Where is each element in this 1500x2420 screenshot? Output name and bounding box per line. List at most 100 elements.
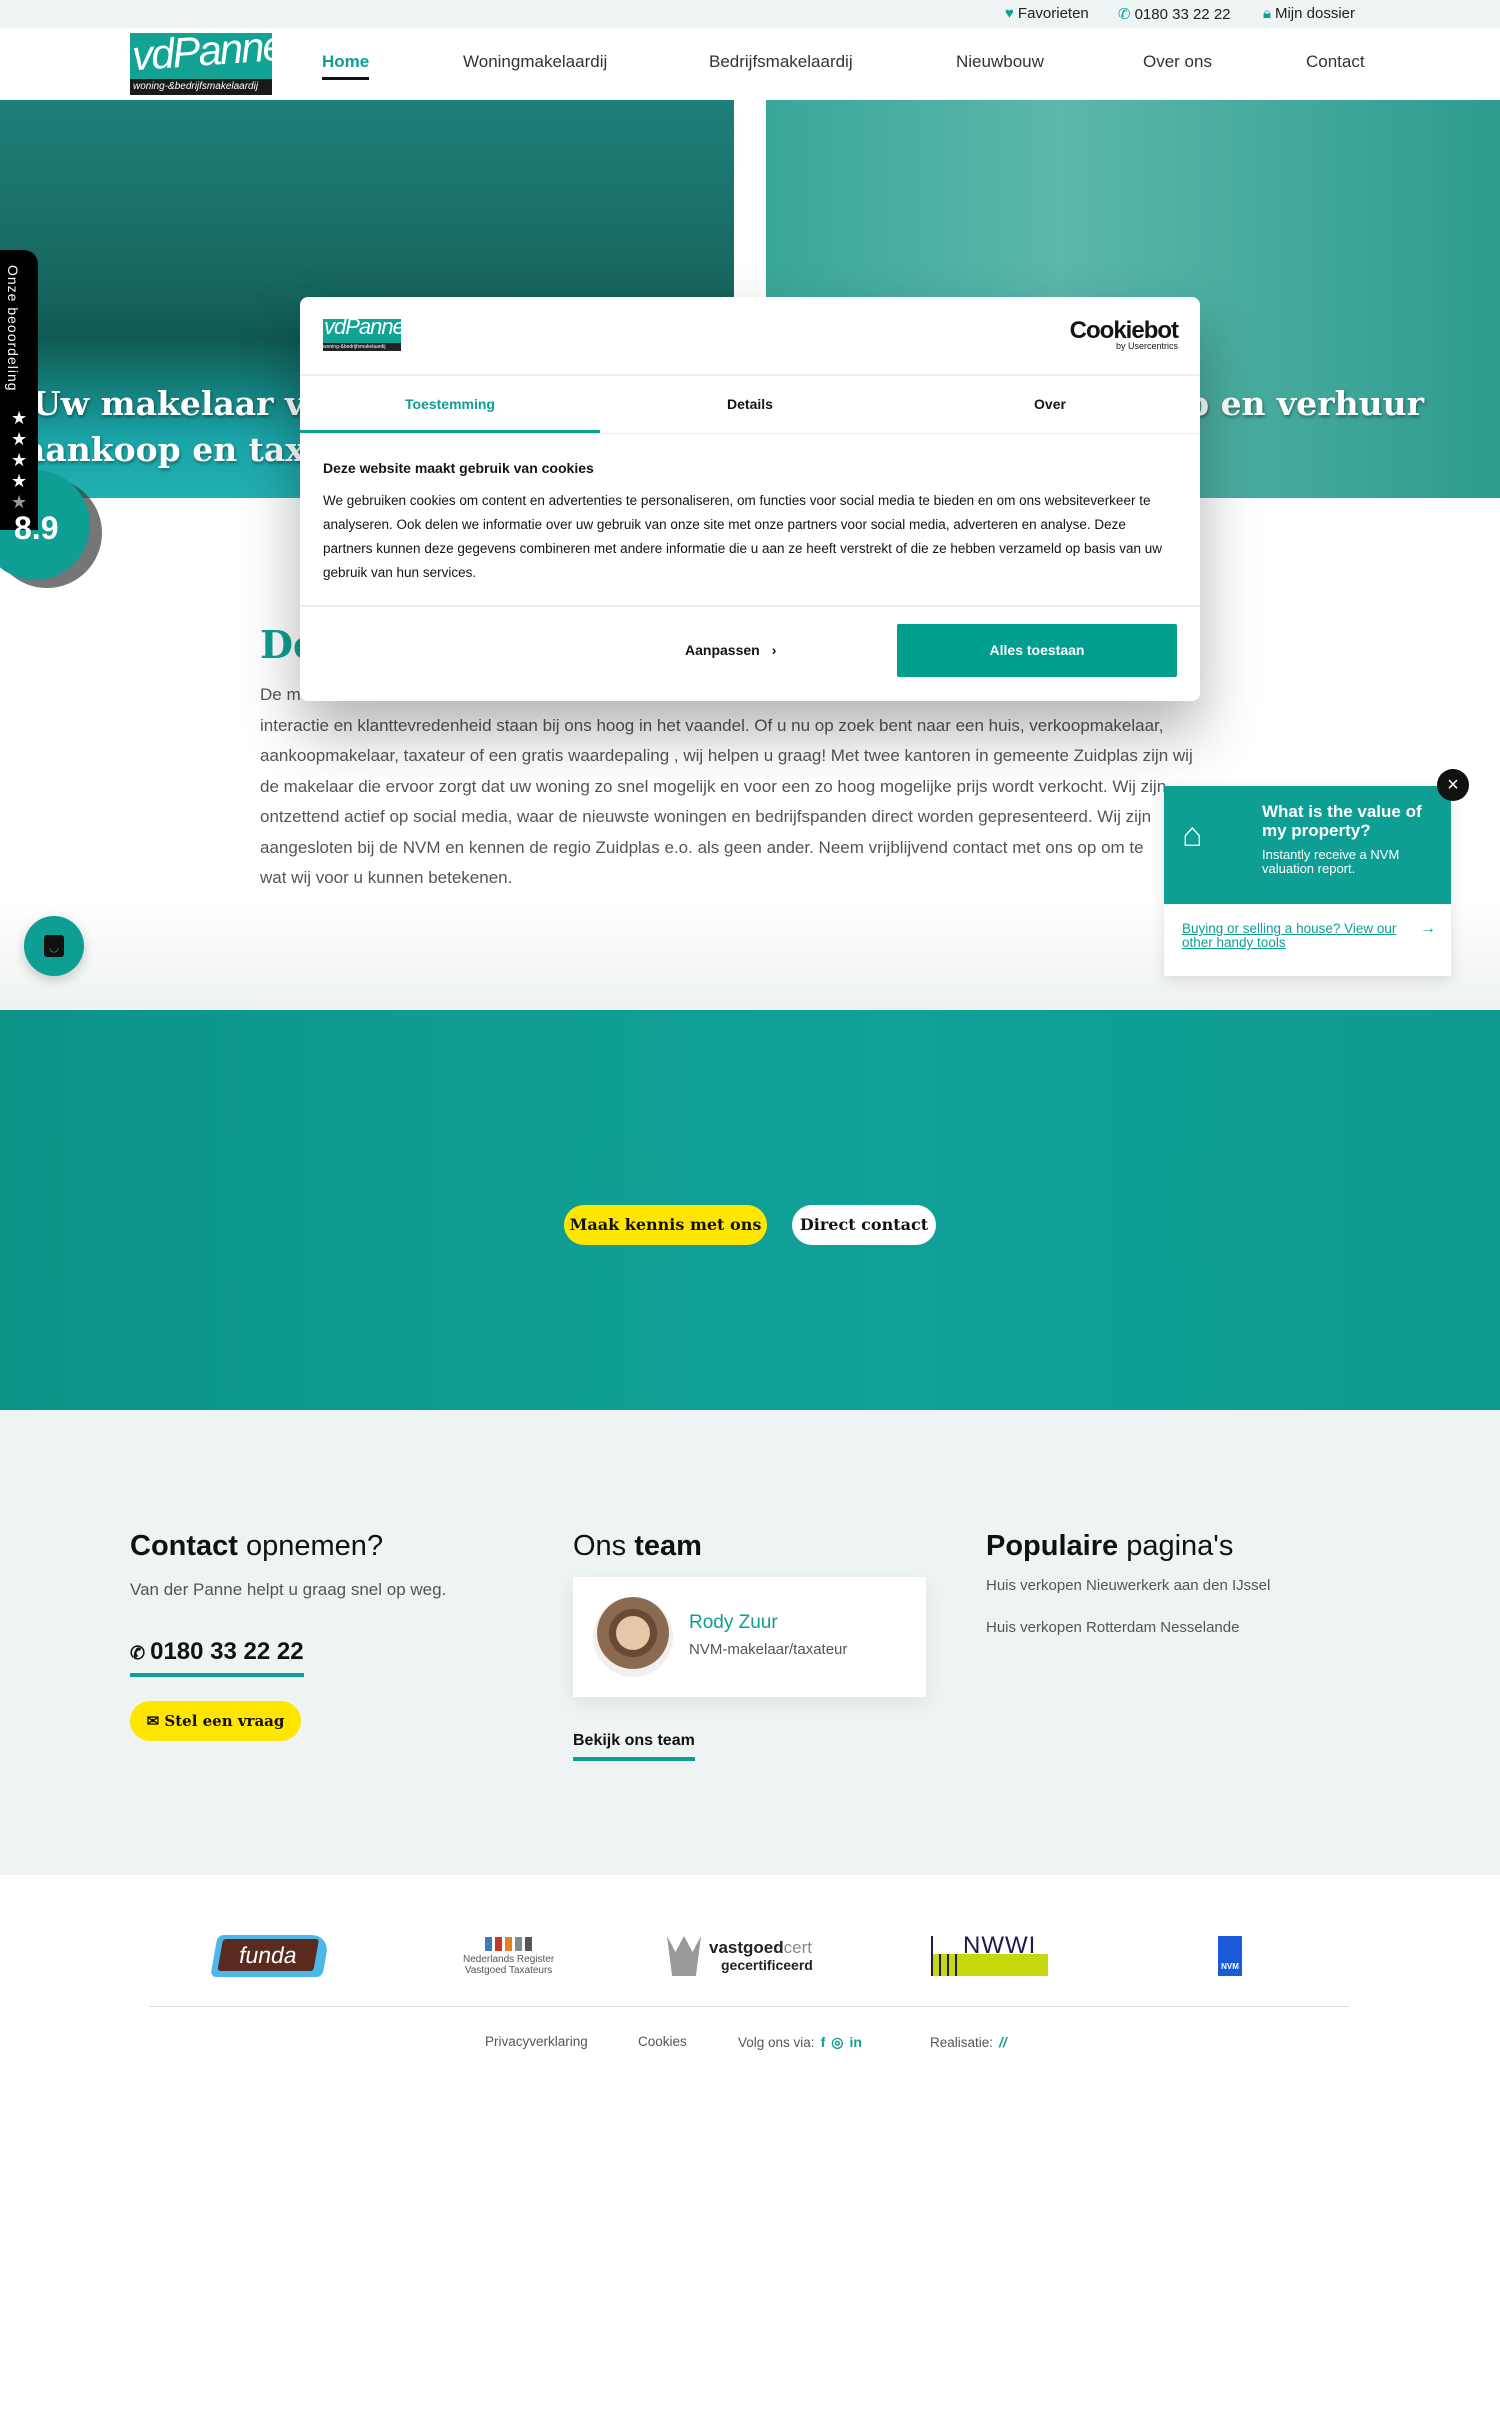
instagram-icon[interactable]: ◎ <box>831 2034 843 2050</box>
funda-logo-text: funda <box>217 1939 319 1971</box>
divider <box>300 433 1200 434</box>
popular-link[interactable]: Huis verkopen Nieuwerkerk aan den IJssel <box>986 1577 1270 1594</box>
heading-light: pagina's <box>1118 1530 1234 1562</box>
tab-details[interactable]: Details <box>600 376 900 433</box>
intro-line: aankoopmakelaar, taxateur of een gratis … <box>260 746 1193 765</box>
close-icon[interactable]: × <box>1437 769 1469 801</box>
logo-text: vdPanne <box>130 33 272 80</box>
heading-light: Ons <box>573 1530 635 1562</box>
heading-bold: Contact <box>130 1530 238 1562</box>
rating-label: Onze beoordeling <box>5 265 21 392</box>
phone-label: 0180 33 22 22 <box>1134 5 1231 23</box>
nav-contact[interactable]: Contact <box>1306 52 1365 72</box>
cookie-text: We gebruiken cookies om content en adver… <box>323 493 1163 580</box>
intro-paragraph: De m interactie en klanttevredenheid sta… <box>260 680 1240 894</box>
privacy-link[interactable]: Privacyverklaring <box>485 2034 588 2049</box>
chevron-right-icon: › <box>771 642 777 658</box>
logo[interactable]: vdPanne woning-&bedrijfsmakelaardij <box>130 33 272 95</box>
chat-smiley-icon: ◡ <box>44 935 64 957</box>
footer-phone-link[interactable]: ✆ 0180 33 22 22 <box>130 1638 304 1677</box>
favorites-link[interactable]: ♥ Favorieten <box>1005 5 1089 22</box>
phone-icon: ✆ <box>130 1643 151 1663</box>
hero-title-line: p en verhuur <box>1186 384 1424 423</box>
rating-score: 8.9 <box>14 510 59 546</box>
linkedin-icon[interactable]: in <box>849 2034 861 2050</box>
realisatie: Realisatie: // <box>930 2034 1007 2050</box>
team-heading: Ons team <box>573 1530 702 1563</box>
intro-line: aangesloten bij de NVM en kennen de regi… <box>260 837 1144 857</box>
tab-toestemming[interactable]: Toestemming <box>300 376 600 433</box>
meet-us-button[interactable]: Maak kennis met ons <box>564 1205 767 1245</box>
hero-title-line: aankoop en taxat <box>24 430 342 469</box>
nav-nieuwbouw[interactable]: Nieuwbouw <box>956 52 1044 72</box>
footer-divider <box>149 2006 1349 2007</box>
tab-over[interactable]: Over <box>900 376 1200 433</box>
intro-line: interactie en klanttevredenheid staan bi… <box>260 715 1164 735</box>
star-icon: ★ <box>11 471 28 491</box>
dossier-link[interactable]: 🔒︎ Mijn dossier <box>1263 5 1355 22</box>
heart-icon: ♥ <box>1005 5 1014 22</box>
member-name: Rody Zuur <box>689 1612 778 1633</box>
avatar <box>593 1597 673 1677</box>
team-member-card[interactable]: Rody Zuur NVM-makelaar/taxateur <box>573 1577 926 1697</box>
valuation-tools-link[interactable]: Buying or selling a house? View our othe… <box>1182 922 1402 950</box>
star-icon: ★ <box>11 408 28 428</box>
allow-all-button[interactable]: Alles toestaan <box>897 624 1177 677</box>
cookies-link[interactable]: Cookies <box>638 2034 687 2049</box>
nav-over-ons[interactable]: Over ons <box>1143 52 1212 72</box>
facebook-icon[interactable]: f <box>821 2034 826 2050</box>
intro-line: ontzettend actief op social media, waar … <box>260 807 1152 826</box>
nvm-logo[interactable]: NVM <box>1218 1936 1242 1976</box>
nrvt-text: Vastgoed Taxateurs <box>464 1965 553 1976</box>
house-value-icon: ⌂ <box>1182 816 1203 854</box>
vgc-text: vastgoed <box>709 1937 784 1957</box>
logo-subtext: woning-&bedrijfsmakelaardij <box>130 79 272 95</box>
mail-icon: ✉ <box>146 1712 165 1730</box>
heading-bold: Populaire <box>986 1530 1119 1562</box>
chat-button[interactable]: ◡ <box>24 916 84 976</box>
divider <box>300 605 1200 607</box>
phone-link[interactable]: ✆ 0180 33 22 22 <box>1118 5 1231 24</box>
intro-line: wat wij voor u kunnen betekenen. <box>260 868 513 887</box>
star-icon: ★ <box>11 429 28 449</box>
favorites-label: Favorieten <box>1017 5 1089 22</box>
vastgoedcert-logo[interactable]: vastgoedcert gecertificeerd <box>667 1936 813 1976</box>
dialog-logo: vdPanne woning-&bedrijfsmakelaardij <box>323 319 401 351</box>
nrvt-text: Nederlands Register <box>463 1954 555 1965</box>
heading-bold: team <box>634 1530 702 1562</box>
arrow-right-icon[interactable]: → <box>1420 920 1436 938</box>
valuation-widget[interactable]: ⌂ What is the value of my property? Inst… <box>1164 786 1451 976</box>
direct-contact-button[interactable]: Direct contact <box>792 1205 936 1245</box>
top-bar: ♥ Favorieten ✆ 0180 33 22 22 🔒︎ Mijn dossie… <box>0 0 1500 28</box>
nwwi-logo[interactable]: NWWI <box>931 1932 1048 1976</box>
intro-line: de makelaar die ervoor zorgt dat uw woni… <box>260 776 1167 796</box>
valuation-subtitle: Instantly receive a NVM valuation report… <box>1262 847 1400 876</box>
agency-logo-icon[interactable]: // <box>999 2034 1007 2050</box>
vgc-text: cert <box>783 1937 812 1957</box>
cookiebot-logo[interactable]: Cookiebot by Usercentrics <box>1070 317 1179 351</box>
ask-label: Stel een vraag <box>164 1712 285 1730</box>
valuation-title: What is the value of my property? <box>1262 802 1422 840</box>
nrvt-logo[interactable]: Nederlands Register Vastgoed Taxateurs <box>463 1937 554 1976</box>
dossier-label: Mijn dossier <box>1274 5 1356 22</box>
popular-link[interactable]: Huis verkopen Rotterdam Nesselande <box>986 1619 1239 1636</box>
vgc-text: gecertificeerd <box>721 1956 813 1973</box>
logo-text: vdPanne <box>324 319 401 339</box>
nvm-text: NVM <box>1221 1962 1239 1971</box>
nwwi-text: NWWI <box>963 1932 1037 1959</box>
contact-heading: Contact opnemen? <box>130 1530 383 1563</box>
lock-icon: 🔒︎ <box>1263 5 1271 22</box>
cookie-consent-dialog: vdPanne woning-&bedrijfsmakelaardij Cooki… <box>300 297 1200 701</box>
customize-label: Aanpassen <box>685 642 760 658</box>
nav-bedrijfsmakelaardij[interactable]: Bedrijfsmakelaardij <box>709 52 853 72</box>
member-role: NVM-makelaar/taxateur <box>689 1641 848 1658</box>
funda-logo[interactable]: funda <box>210 1935 330 1977</box>
customize-button[interactable]: Aanpassen › <box>685 624 776 677</box>
cookie-title: Deze website maakt gebruik van cookies <box>323 460 594 476</box>
view-team-link[interactable]: Bekijk ons team <box>573 1732 695 1761</box>
logo-subtext: woning-&bedrijfsmakelaardij <box>323 343 401 351</box>
nav-home[interactable]: Home <box>322 52 370 80</box>
ask-question-button[interactable]: ✉ Stel een vraag <box>130 1701 301 1741</box>
nav-woningmakelaardij[interactable]: Woningmakelaardij <box>463 52 607 72</box>
follow-label: Volg ons via: <box>738 2035 815 2050</box>
